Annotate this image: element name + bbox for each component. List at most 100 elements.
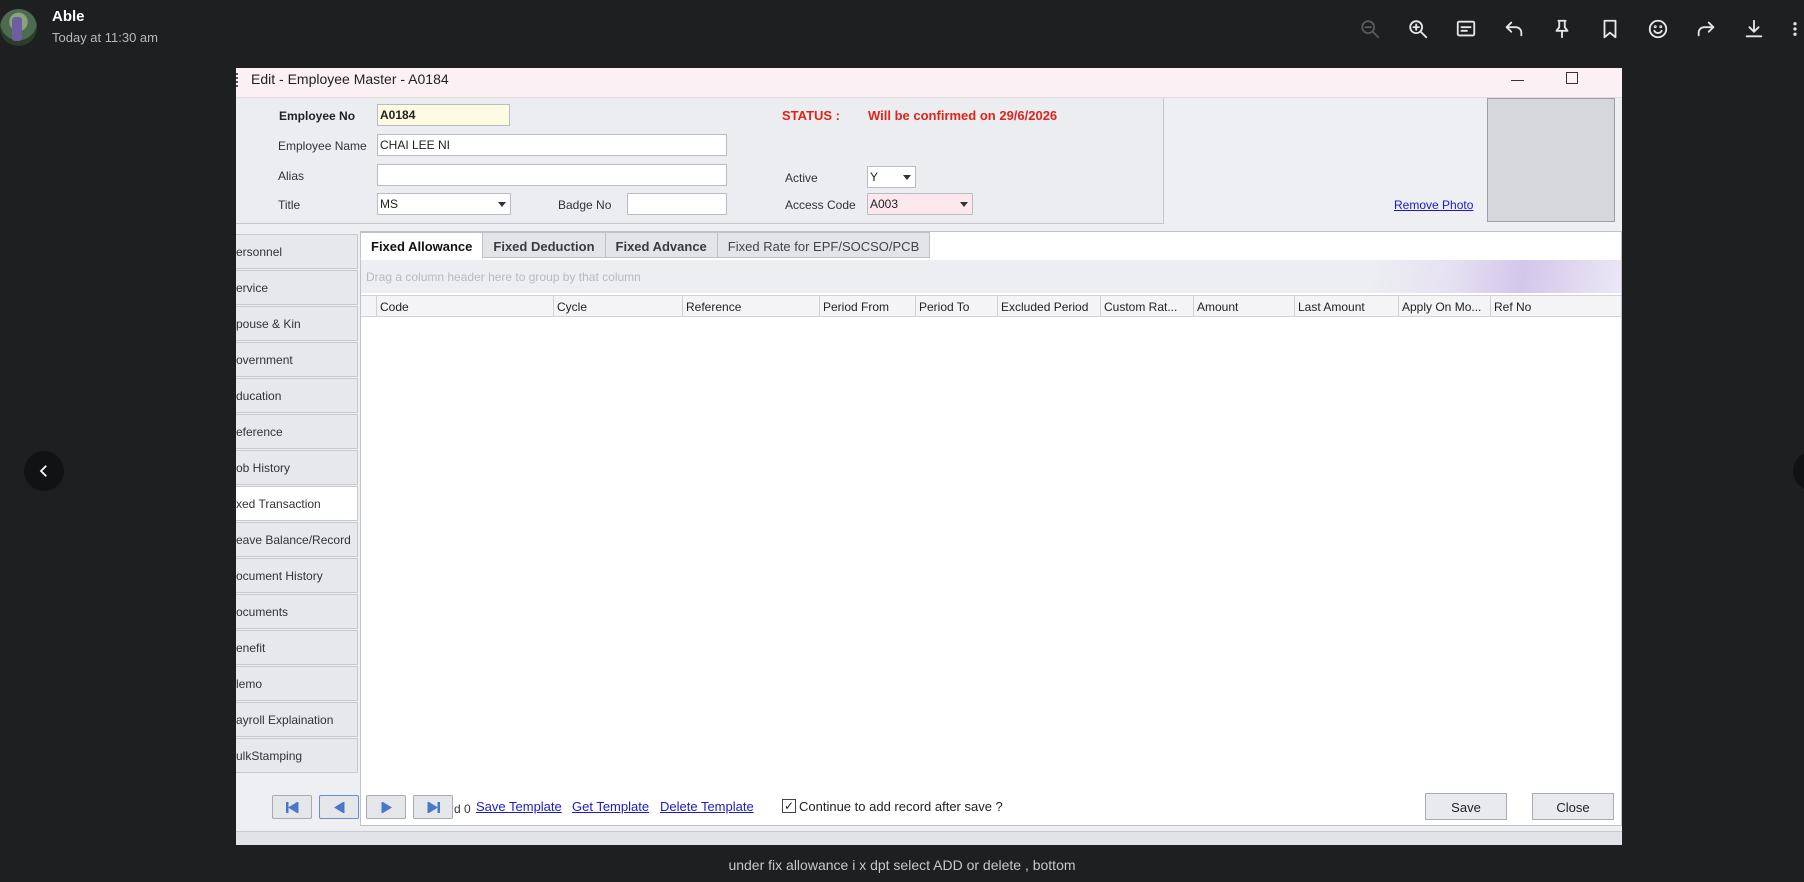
title-label: Title (278, 198, 301, 212)
tab-fixed-advance[interactable]: Fixed Advance (605, 232, 718, 258)
pin-icon[interactable] (1548, 15, 1576, 43)
sender-name: Able (52, 8, 85, 25)
employee-no-field[interactable]: A0184 (377, 104, 510, 126)
first-record-icon (286, 802, 299, 813)
menu-item-government[interactable]: overnment (236, 342, 358, 377)
last-record-button[interactable] (413, 795, 453, 819)
previous-record-icon (334, 802, 345, 813)
employee-name-label: Employee Name (278, 139, 367, 153)
save-button[interactable]: Save (1425, 793, 1507, 820)
zoom-in-icon[interactable] (1404, 15, 1432, 43)
download-icon[interactable] (1740, 15, 1768, 43)
menu-item-memo[interactable]: lemo (236, 666, 358, 701)
access-code-value: A003 (870, 197, 899, 211)
menu-item-payroll-explaination[interactable]: ayroll Explaination (236, 702, 358, 737)
chevron-down-icon (960, 202, 968, 207)
badge-no-label: Badge No (558, 198, 612, 212)
record-info: d 0 (454, 802, 471, 816)
last-record-icon (427, 802, 440, 813)
avatar[interactable] (0, 9, 37, 46)
continue-add-label: Continue to add record after save ? (799, 799, 1003, 814)
menu-item-personnel[interactable]: ersonnel (236, 234, 358, 269)
employee-name-field[interactable]: CHAI LEE NI (377, 134, 727, 156)
alias-field[interactable] (377, 164, 727, 186)
menu-item-fixed-transaction[interactable]: xed Transaction (236, 486, 358, 521)
delete-template-link[interactable]: Delete Template (660, 799, 754, 814)
zoom-out-icon[interactable] (1356, 15, 1384, 43)
column-header-period-from[interactable]: Period From (819, 296, 915, 317)
alias-label: Alias (278, 169, 305, 183)
caption-icon[interactable] (1452, 15, 1480, 43)
badge-no-field[interactable] (627, 193, 727, 215)
column-header-reference[interactable]: Reference (682, 296, 819, 317)
tab-fixed-allowance[interactable]: Fixed Allowance (360, 232, 484, 259)
first-record-button[interactable] (272, 795, 312, 819)
tab-fixed-rate[interactable]: Fixed Rate for EPF/SOCSO/PCB (717, 232, 931, 258)
column-header-excluded-period[interactable]: Excluded Period (997, 296, 1100, 317)
menu-item-service[interactable]: ervice (236, 270, 358, 305)
next-record-button[interactable] (366, 795, 406, 819)
chevron-down-icon (498, 202, 506, 207)
column-header-custom-rate[interactable]: Custom Rat... (1100, 296, 1193, 317)
save-template-link[interactable]: Save Template (476, 799, 562, 814)
next-record-icon (381, 802, 392, 813)
get-template-link[interactable]: Get Template (572, 799, 649, 814)
section-menu: ersonnel ervice pouse & Kin overnment du… (236, 234, 358, 774)
title-value: MS (380, 197, 398, 211)
menu-item-document-history[interactable]: ocument History (236, 558, 358, 593)
status-value: Will be confirmed on 29/6/2026 (868, 108, 1058, 123)
continue-add-checkbox[interactable]: ✓ (782, 799, 796, 813)
next-image-button[interactable] (1793, 451, 1804, 491)
previous-image-button[interactable] (24, 451, 64, 491)
reply-icon[interactable] (1500, 15, 1528, 43)
image-caption: under fix allowance i x dpt select ADD o… (728, 857, 1076, 873)
title-select[interactable]: MS (377, 193, 511, 215)
column-header-code[interactable]: Code (376, 296, 553, 317)
maximize-icon[interactable] (1566, 72, 1578, 84)
close-button[interactable]: Close (1532, 793, 1614, 820)
chevron-left-icon (39, 465, 47, 477)
minimize-icon[interactable] (1511, 80, 1524, 81)
emoji-icon[interactable] (1644, 15, 1672, 43)
chevron-down-icon (903, 175, 911, 180)
active-select[interactable]: Y (867, 166, 916, 188)
column-header-apply-on-month[interactable]: Apply On Mo... (1398, 296, 1490, 317)
menu-item-spouse-kin[interactable]: pouse & Kin (236, 306, 358, 341)
row-indicator-header (361, 296, 376, 317)
bookmark-icon[interactable] (1596, 15, 1624, 43)
tab-fixed-deduction[interactable]: Fixed Deduction (483, 232, 606, 258)
menu-item-bulkstamping[interactable]: ulkStamping (236, 738, 358, 773)
menu-item-job-history[interactable]: ob History (236, 450, 358, 485)
menu-item-leave-balance[interactable]: eave Balance/Record (236, 522, 358, 557)
remove-photo-link[interactable]: Remove Photo (1394, 198, 1473, 212)
window-titlebar: Edit - Employee Master - A0184 (236, 68, 1622, 98)
menu-item-education[interactable]: ducation (236, 378, 358, 413)
column-header-period-to[interactable]: Period To (915, 296, 997, 317)
employee-photo[interactable] (1487, 98, 1615, 222)
employee-no-label: Employee No (279, 109, 356, 123)
column-header-cycle[interactable]: Cycle (553, 296, 682, 317)
access-code-select[interactable]: A003 (867, 193, 973, 215)
fixed-allowance-grid[interactable] (360, 231, 1622, 826)
menu-item-reference[interactable]: eference (236, 414, 358, 449)
window-status-strip (236, 831, 1622, 845)
column-header-last-amount[interactable]: Last Amount (1294, 296, 1398, 317)
menu-item-documents[interactable]: ocuments (236, 594, 358, 629)
group-by-hint: Drag a column header here to group by th… (366, 270, 641, 284)
column-header-ref-no[interactable]: Ref No (1490, 296, 1621, 317)
status-label: STATUS : (782, 108, 841, 123)
group-by-panel[interactable]: Drag a column header here to group by th… (361, 260, 1621, 293)
transaction-tabs: Fixed Allowance Fixed Deduction Fixed Ad… (360, 232, 931, 259)
previous-record-button[interactable] (319, 795, 359, 819)
menu-item-benefit[interactable]: enefit (236, 630, 358, 665)
window-title: Edit - Employee Master - A0184 (251, 71, 449, 87)
active-label: Active (785, 171, 818, 185)
access-code-label: Access Code (785, 198, 856, 212)
message-timestamp: Today at 11:30 am (52, 30, 158, 45)
more-icon[interactable] (1786, 15, 1804, 43)
grid-column-headers: Code Cycle Reference Period From Period … (361, 295, 1621, 317)
employee-master-window: Edit - Employee Master - A0184 Employee … (236, 68, 1622, 845)
column-header-amount[interactable]: Amount (1193, 296, 1294, 317)
forward-icon[interactable] (1692, 15, 1720, 43)
drag-grip-icon[interactable] (236, 73, 240, 87)
